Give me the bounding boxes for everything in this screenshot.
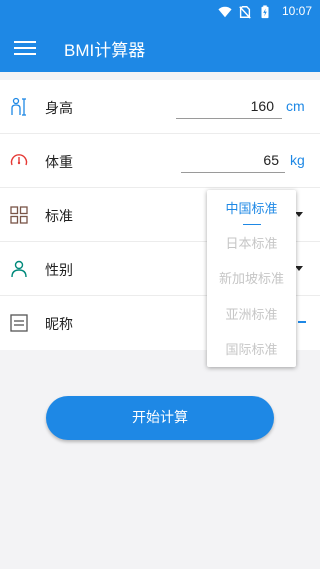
dropdown-option[interactable]: 日本标准 <box>207 233 296 252</box>
page-title: BMI计算器 <box>64 41 146 60</box>
dropdown-option[interactable]: 亚洲标准 <box>207 304 296 323</box>
dropdown-option[interactable]: 中国标准 <box>207 198 296 217</box>
height-label: 身高 <box>45 101 73 117</box>
dropdown-option[interactable]: 国际标准 <box>207 339 296 358</box>
list-box-icon <box>10 314 28 332</box>
status-time: 10:07 <box>281 4 312 18</box>
height-unit: cm <box>286 98 305 114</box>
start-calculate-button[interactable]: 开始计算 <box>46 396 274 440</box>
height-input[interactable]: 160 <box>176 98 274 114</box>
weight-input[interactable]: 65 <box>181 152 279 168</box>
no-sim-icon <box>239 6 251 19</box>
gender-dropdown-arrow-icon[interactable] <box>295 266 303 271</box>
height-underline <box>176 118 282 119</box>
standard-dropdown-menu: 中国标准 日本标准 新加坡标准 亚洲标准 国际标准 <box>207 190 296 367</box>
nickname-input-underline[interactable] <box>298 321 306 323</box>
standard-dropdown-arrow-icon[interactable] <box>295 212 303 217</box>
weight-row: 体重 65 kg <box>0 134 320 188</box>
gender-label: 性别 <box>45 263 73 279</box>
gauge-icon <box>10 154 28 166</box>
weight-underline <box>181 172 285 173</box>
person-icon <box>11 260 27 278</box>
selected-option-indicator <box>243 224 261 225</box>
wifi-icon <box>218 6 232 18</box>
dropdown-option[interactable]: 新加坡标准 <box>207 268 296 287</box>
nickname-label: 昵称 <box>45 317 73 333</box>
app-bar: BMI计算器 <box>0 24 320 72</box>
status-bar: 10:07 <box>0 0 320 24</box>
weight-label: 体重 <box>45 155 73 171</box>
standard-label: 标准 <box>45 209 73 225</box>
height-person-icon <box>11 97 26 116</box>
status-icons <box>218 5 272 19</box>
grid-icon <box>10 206 28 224</box>
height-row: 身高 160 cm <box>0 80 320 134</box>
battery-charging-icon <box>261 5 269 19</box>
weight-unit: kg <box>290 152 305 168</box>
menu-icon[interactable] <box>14 38 36 58</box>
